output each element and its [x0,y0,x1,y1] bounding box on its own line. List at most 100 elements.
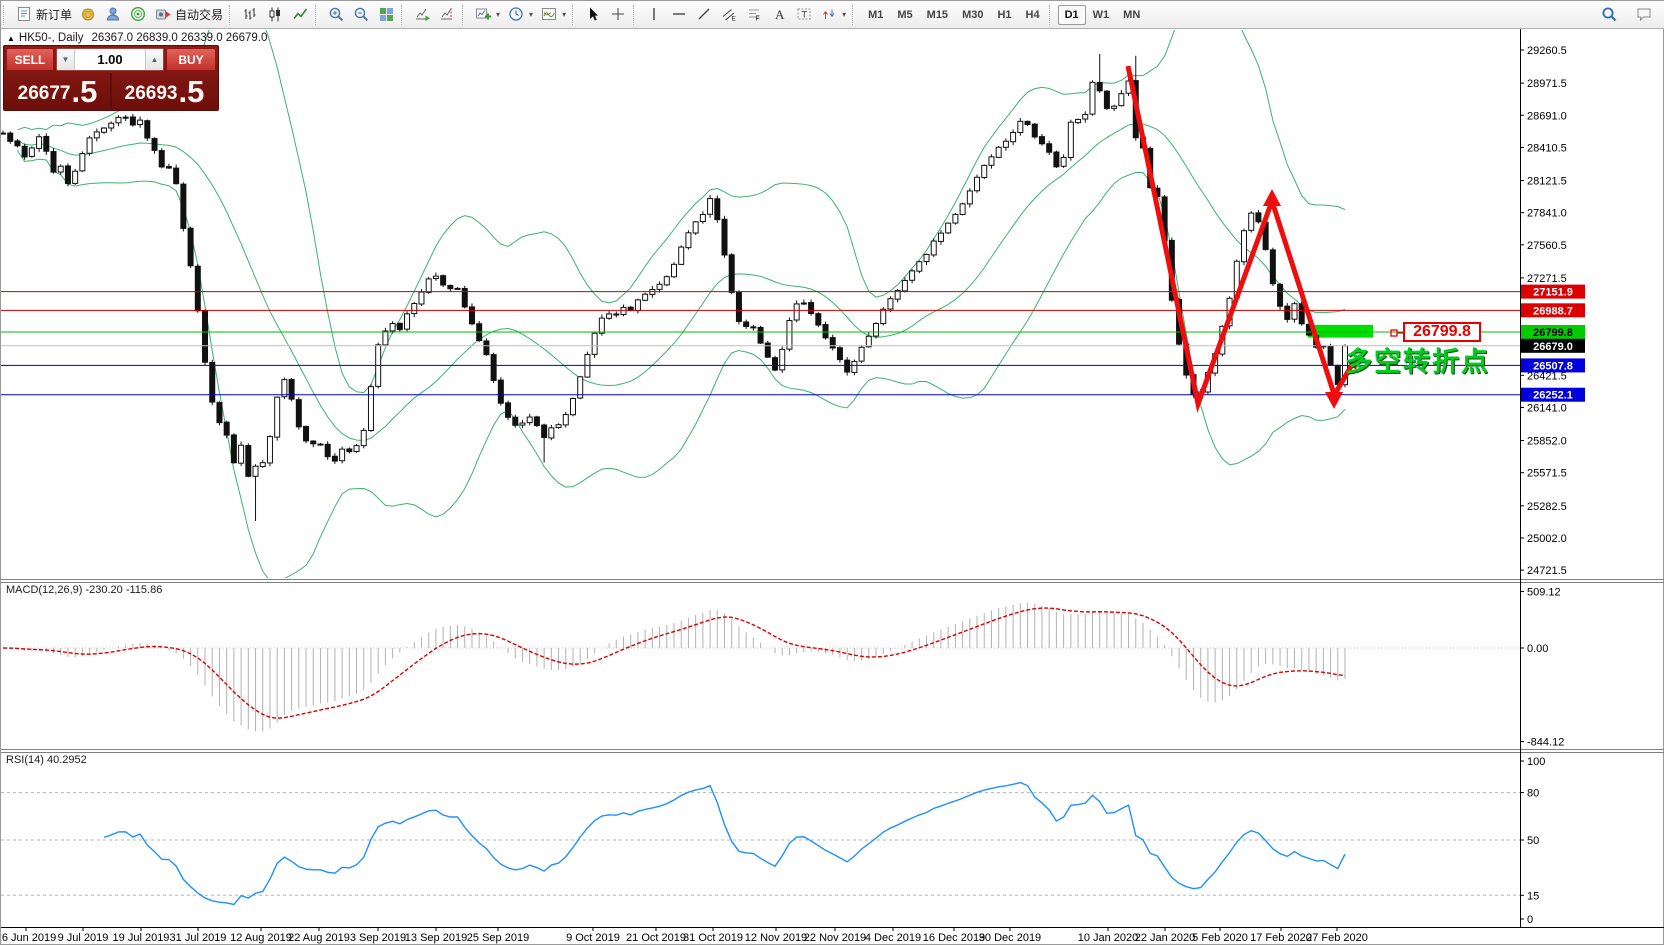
candle [548,427,555,439]
candle [151,137,158,151]
candle [339,448,346,462]
horizontal-line-button[interactable] [667,3,692,27]
candle [64,165,71,185]
timeframe-m1-button[interactable]: M1 [861,5,890,25]
price-callout-label[interactable]: 26799.8 [1403,322,1481,342]
macd-tick-label: 509.12 [1527,587,1561,599]
timeframe-w1-button[interactable]: W1 [1086,5,1117,25]
timeframe-d1-button[interactable]: D1 [1057,4,1086,25]
sell-price[interactable]: 26677.5 [6,73,109,108]
rsi-tick-label: 80 [1527,788,1539,800]
bars-icon [244,8,256,20]
candle [79,153,86,172]
candle [808,302,815,315]
vline-icon [653,8,655,20]
crosshair-button[interactable] [606,3,631,27]
volume-stepper[interactable]: ▼ 1.00 ▲ [56,48,164,71]
chart-shift-button[interactable] [435,3,460,27]
symbol-period-label: HK50-, Daily [18,32,84,44]
arrowhead-up [1263,189,1281,206]
zoom-in-button[interactable] [324,3,349,27]
timeframe-m15-button[interactable]: M15 [920,5,955,25]
candle [800,302,807,305]
indicators-button[interactable]: ▾ [537,3,570,27]
toolbar-separator [401,4,407,25]
person-icon [107,7,120,21]
volume-value[interactable]: 1.00 [75,49,145,70]
chat-button[interactable] [1632,3,1657,27]
tile-windows-button[interactable] [374,3,399,27]
new-order-button[interactable]: 新订单 [12,3,76,27]
text-icon: A [775,7,785,22]
candle [1255,212,1262,223]
trendline-button[interactable] [692,3,717,27]
arrows-button[interactable]: ▾ [817,3,850,27]
price-label-text: 26507.8 [1533,360,1573,372]
price-tick-label: 25282.5 [1527,501,1567,513]
bar-chart-mode-button[interactable] [238,3,263,27]
price-tick-label: 29260.5 [1527,45,1567,57]
candle [490,354,497,381]
candle [995,146,1002,158]
candles-icon [269,7,281,22]
time-tick-label: 3 Sep 2019 [350,932,406,944]
vertical-line-button[interactable] [642,3,667,27]
candle [1010,131,1017,143]
buy-price[interactable]: 26693.5 [113,73,216,108]
text-label-button[interactable]: T [792,3,817,27]
one-click-trading-panel: SELL ▼ 1.00 ▲ BUY 26677.5 26693.5 [3,45,219,111]
candle [764,342,771,358]
candle-chart-mode-button[interactable] [263,3,288,27]
text-button[interactable]: A [767,3,792,27]
channel-button[interactable]: E [717,3,742,27]
candle [512,416,519,426]
candle [1053,151,1060,168]
candle [937,232,944,242]
line-chart-mode-button[interactable] [288,3,313,27]
candle [303,425,310,442]
time-tick-label: 21 Oct 2019 [626,932,686,944]
auto-scroll-button[interactable] [410,3,435,27]
candle [714,198,721,221]
volume-up-button[interactable]: ▲ [145,49,163,70]
timeframe-h4-button[interactable]: H4 [1019,5,1047,25]
buy-button[interactable]: BUY [166,48,216,71]
candle [43,135,50,152]
candle [259,462,266,468]
search-button[interactable] [1597,3,1622,27]
market-watch-button[interactable] [101,3,126,27]
candle [1031,123,1038,138]
price-label-text: 26799.8 [1533,327,1573,339]
candle [786,320,793,350]
new-chart-button[interactable]: ▾ [471,3,504,27]
periods-button[interactable]: ▾ [504,3,537,27]
time-tick-label: 31 Oct 2019 [683,932,743,944]
candle [988,156,995,166]
collapse-triangle-icon[interactable]: ▲ [7,34,15,43]
zigzag-trend-arrow[interactable] [1125,65,1337,414]
fibonacci-button[interactable]: F [742,3,767,27]
sell-price-main: 26677 [17,83,71,104]
candle [671,263,677,278]
sell-button[interactable]: SELL [6,48,54,71]
cursor-button[interactable] [581,3,606,27]
chart-canvas: 29260.5 28971.5 28691.0 28410.5 28121.5 27841… [1,28,1664,944]
candle [50,151,57,173]
deposit-button[interactable] [76,3,101,27]
candle [274,396,281,438]
timeframe-mn-button[interactable]: MN [1116,5,1147,25]
volume-down-button[interactable]: ▼ [57,49,75,70]
candle [541,424,548,438]
zoom-out-button[interactable] [349,3,374,27]
candle [295,399,302,428]
timeframe-h1-button[interactable]: H1 [990,5,1018,25]
hline-icon [673,13,686,15]
timeframe-m5-button[interactable]: M5 [890,5,919,25]
candle [245,445,252,477]
chevron-down-icon: ▾ [496,10,501,19]
signals-button[interactable] [126,3,151,27]
timeframe-m30-button[interactable]: M30 [955,5,990,25]
auto-trading-button[interactable]: 自动交易 [151,3,227,27]
candle [396,322,403,331]
candle [692,221,699,234]
